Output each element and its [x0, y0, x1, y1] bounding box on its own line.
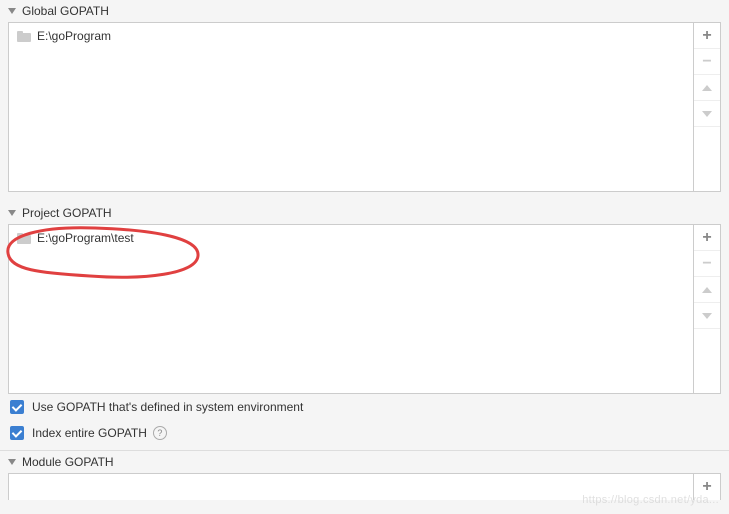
index-gopath-label: Index entire GOPATH: [32, 426, 147, 440]
index-gopath-row[interactable]: Index entire GOPATH ?: [0, 420, 729, 446]
global-gopath-title: Global GOPATH: [22, 4, 109, 18]
remove-button[interactable]: −: [694, 251, 720, 277]
index-gopath-checkbox[interactable]: [10, 426, 24, 440]
use-gopath-checkbox[interactable]: [10, 400, 24, 414]
use-gopath-label: Use GOPATH that's defined in system envi…: [32, 400, 303, 414]
add-button[interactable]: +: [694, 225, 720, 251]
move-down-button[interactable]: [694, 303, 720, 329]
expand-icon: [8, 210, 16, 216]
module-gopath-title: Module GOPATH: [22, 455, 114, 469]
project-gopath-list: E:\goProgram\test + −: [8, 224, 721, 394]
list-item[interactable]: E:\goProgram\test: [13, 229, 689, 247]
move-up-button[interactable]: [694, 277, 720, 303]
move-up-button[interactable]: [694, 75, 720, 101]
add-button[interactable]: +: [694, 23, 720, 49]
global-gopath-list: E:\goProgram + −: [8, 22, 721, 192]
project-gopath-content[interactable]: E:\goProgram\test: [9, 225, 693, 393]
module-gopath-header[interactable]: Module GOPATH: [0, 451, 729, 473]
project-gopath-title: Project GOPATH: [22, 206, 112, 220]
remove-button[interactable]: −: [694, 49, 720, 75]
path-text: E:\goProgram: [37, 29, 111, 43]
folder-icon: [17, 31, 31, 42]
global-gopath-buttons: + −: [693, 23, 720, 191]
watermark: https://blog.csdn.net/yda...: [582, 494, 719, 506]
list-item[interactable]: E:\goProgram: [13, 27, 689, 45]
project-gopath-buttons: + −: [693, 225, 720, 393]
path-text: E:\goProgram\test: [37, 231, 134, 245]
arrow-down-icon: [702, 111, 712, 117]
arrow-up-icon: [702, 85, 712, 91]
folder-icon: [17, 233, 31, 244]
help-icon[interactable]: ?: [153, 426, 167, 440]
arrow-down-icon: [702, 313, 712, 319]
expand-icon: [8, 459, 16, 465]
global-gopath-header[interactable]: Global GOPATH: [0, 0, 729, 22]
project-gopath-header[interactable]: Project GOPATH: [0, 202, 729, 224]
expand-icon: [8, 8, 16, 14]
use-gopath-row[interactable]: Use GOPATH that's defined in system envi…: [0, 394, 729, 420]
arrow-up-icon: [702, 287, 712, 293]
global-gopath-content[interactable]: E:\goProgram: [9, 23, 693, 191]
move-down-button[interactable]: [694, 101, 720, 127]
